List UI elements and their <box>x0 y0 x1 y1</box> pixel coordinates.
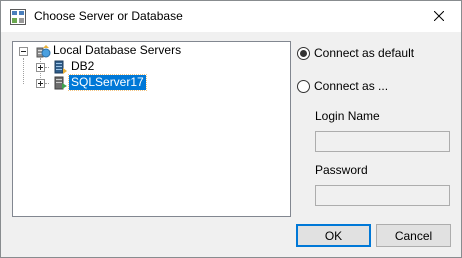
expand-icon[interactable] <box>36 63 45 72</box>
cancel-button[interactable]: Cancel <box>376 224 451 247</box>
tree-node-label: Local Database Servers <box>53 43 182 57</box>
connect-default-option[interactable]: Connect as default <box>297 46 414 60</box>
close-icon <box>433 10 445 24</box>
collapse-icon[interactable] <box>19 47 28 56</box>
password-label: Password <box>315 163 368 177</box>
password-input[interactable] <box>315 185 450 206</box>
connect-as-option[interactable]: Connect as ... <box>297 79 388 93</box>
title-bar[interactable]: Choose Server or Database <box>1 1 461 32</box>
dialog-app-icon <box>10 9 26 25</box>
tree-node-label-selected: SQLServer17 <box>68 74 147 91</box>
login-name-input[interactable] <box>315 131 450 152</box>
server-group-icon <box>35 43 51 59</box>
tree-node-db2[interactable]: DB2 <box>13 59 283 75</box>
choose-server-dialog: Choose Server or Database Local Database… <box>0 0 462 258</box>
db2-server-icon <box>52 59 68 75</box>
server-tree[interactable]: Local Database Servers DB2 SQLServer17 <box>12 41 291 217</box>
dialog-title: Choose Server or Database <box>34 9 183 23</box>
connect-default-radio[interactable] <box>297 46 310 60</box>
connect-as-radio[interactable] <box>297 79 310 93</box>
tree-node-label: DB2 <box>71 59 95 73</box>
tree-connector <box>45 67 49 68</box>
tree-node-root[interactable]: Local Database Servers <box>13 43 283 59</box>
sqlserver-icon <box>52 75 68 91</box>
tree-node-sqlserver[interactable]: SQLServer17 <box>13 74 283 91</box>
close-button[interactable] <box>417 1 461 32</box>
login-name-label: Login Name <box>315 109 380 123</box>
ok-button[interactable]: OK <box>296 224 371 247</box>
connect-as-label: Connect as ... <box>314 79 389 93</box>
tree-connector <box>45 83 49 84</box>
expand-icon[interactable] <box>36 79 45 88</box>
connect-default-label: Connect as default <box>314 46 415 60</box>
